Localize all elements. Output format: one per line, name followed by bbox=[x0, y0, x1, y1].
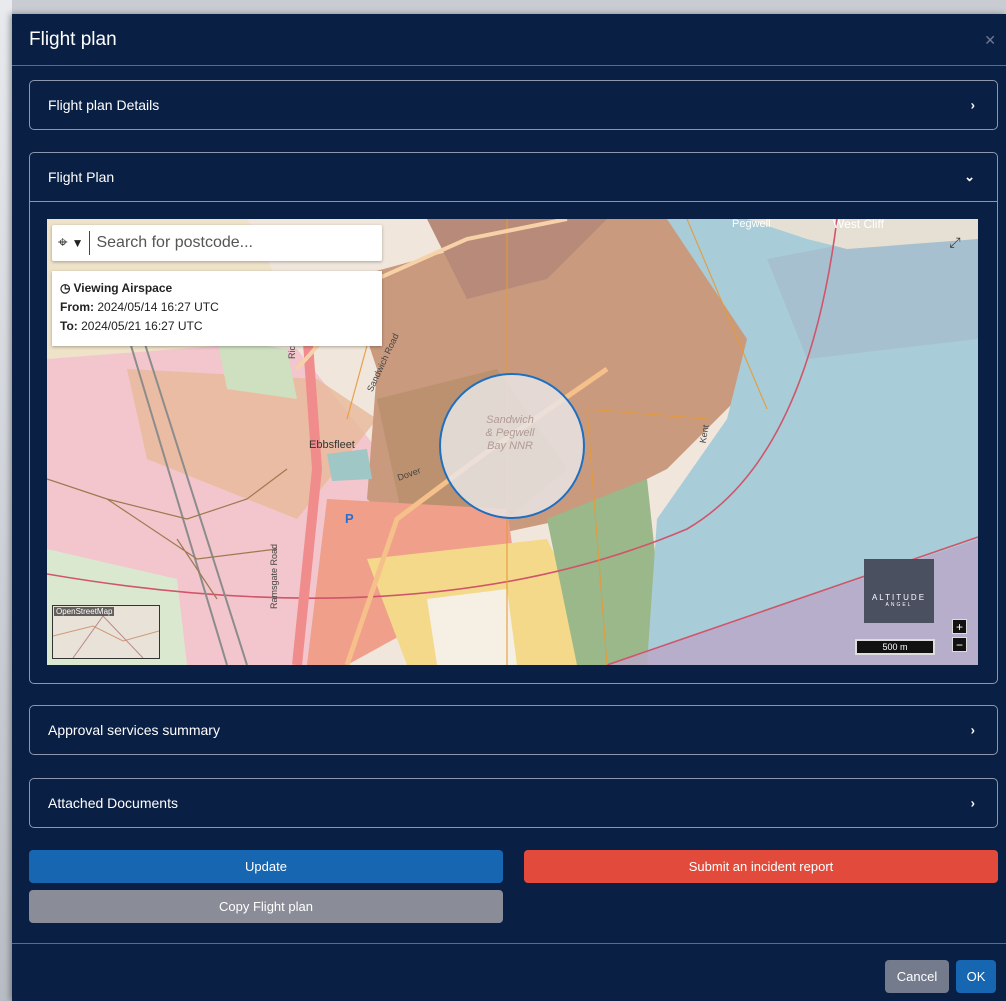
area-label-line: & Pegwell bbox=[485, 427, 535, 439]
modal-title: Flight plan bbox=[29, 28, 117, 50]
chevron-right-icon: › bbox=[970, 722, 975, 738]
from-label: From: bbox=[60, 300, 94, 314]
panel-title: Attached Documents bbox=[48, 795, 178, 811]
viewing-airspace-panel: ◷ Viewing Airspace From: 2024/05/14 16:2… bbox=[52, 271, 382, 346]
chevron-right-icon: › bbox=[970, 97, 975, 113]
airspace-map[interactable]: Sandwich & Pegwell Bay NNR Ebbsfleet Peg… bbox=[47, 219, 978, 665]
brand-line-1: ALTITUDE bbox=[871, 593, 927, 602]
area-label-line: Bay NNR bbox=[487, 440, 533, 452]
panel-title: Approval services summary bbox=[48, 722, 220, 738]
panel-approval-services[interactable]: Approval services summary › bbox=[29, 705, 998, 755]
search-tools: ⌖ ▼ bbox=[58, 231, 91, 255]
to-value: 2024/05/21 16:27 UTC bbox=[81, 319, 203, 333]
parking-icon: P bbox=[345, 511, 354, 526]
postcode-search: ⌖ ▼ bbox=[52, 225, 382, 261]
place-label-pegwell: Pegwell bbox=[732, 219, 771, 230]
airspace-to: To: 2024/05/21 16:27 UTC bbox=[60, 317, 374, 336]
chevron-right-icon: › bbox=[970, 795, 975, 811]
copy-flight-plan-button[interactable]: Copy Flight plan bbox=[29, 890, 503, 923]
altitude-angel-logo: ALTITUDE ANGEL bbox=[864, 559, 934, 623]
panel-header[interactable]: Attached Documents › bbox=[30, 779, 997, 827]
close-icon[interactable]: ✕ bbox=[984, 32, 996, 49]
map-container: Sandwich & Pegwell Bay NNR Ebbsfleet Peg… bbox=[30, 201, 997, 682]
brand-line-2: ANGEL bbox=[885, 602, 913, 608]
flight-plan-modal: Flight plan ✕ Flight plan Details › Flig… bbox=[12, 14, 1006, 1001]
modal-header: Flight plan ✕ bbox=[12, 14, 1006, 66]
zoom-in-button[interactable]: + bbox=[952, 619, 967, 634]
filter-icon[interactable]: ▼ bbox=[72, 236, 84, 250]
to-label: To: bbox=[60, 319, 78, 333]
airspace-title-text: Viewing Airspace bbox=[73, 281, 173, 295]
submit-incident-report-button[interactable]: Submit an incident report bbox=[524, 850, 998, 883]
place-label-west-cliff: West Cliff bbox=[833, 219, 884, 231]
panel-attached-documents[interactable]: Attached Documents › bbox=[29, 778, 998, 828]
map-area-label: Sandwich & Pegwell Bay NNR bbox=[460, 414, 560, 453]
panel-title: Flight Plan bbox=[48, 169, 115, 185]
place-label-ebbsfleet: Ebbsfleet bbox=[309, 439, 355, 451]
panel-header[interactable]: Flight Plan ⌄ bbox=[30, 153, 997, 201]
locate-icon[interactable]: ⌖ bbox=[58, 233, 68, 253]
clock-icon: ◷ bbox=[60, 281, 71, 295]
airspace-from: From: 2024/05/14 16:27 UTC bbox=[60, 298, 374, 317]
zoom-out-button[interactable]: − bbox=[952, 637, 967, 652]
panel-header[interactable]: Approval services summary › bbox=[30, 706, 997, 754]
panel-title: Flight plan Details bbox=[48, 97, 160, 113]
panel-flight-plan-details[interactable]: Flight plan Details › bbox=[29, 80, 998, 130]
cancel-button[interactable]: Cancel bbox=[885, 960, 949, 993]
footer-divider bbox=[12, 943, 1006, 944]
area-label-line: Sandwich bbox=[486, 414, 534, 426]
chevron-down-icon: ⌄ bbox=[964, 169, 975, 184]
from-value: 2024/05/14 16:27 UTC bbox=[97, 300, 219, 314]
overview-minimap[interactable]: OpenStreetMap bbox=[52, 605, 160, 659]
page-backdrop bbox=[0, 0, 12, 1001]
airspace-title: ◷ Viewing Airspace bbox=[60, 279, 374, 298]
fullscreen-icon[interactable]: ⤢ bbox=[944, 231, 966, 253]
scale-bar: 500 m bbox=[855, 639, 935, 655]
panel-header[interactable]: Flight plan Details › bbox=[30, 81, 997, 129]
road-label-ramsgate: Ramsgate Road bbox=[269, 543, 279, 609]
panel-flight-plan: Flight Plan ⌄ Sandwich & Pegwell Bay NNR… bbox=[29, 152, 998, 684]
ok-button[interactable]: OK bbox=[956, 960, 996, 993]
minimap-label: OpenStreetMap bbox=[54, 607, 115, 616]
update-button[interactable]: Update bbox=[29, 850, 503, 883]
search-input[interactable] bbox=[90, 234, 361, 252]
